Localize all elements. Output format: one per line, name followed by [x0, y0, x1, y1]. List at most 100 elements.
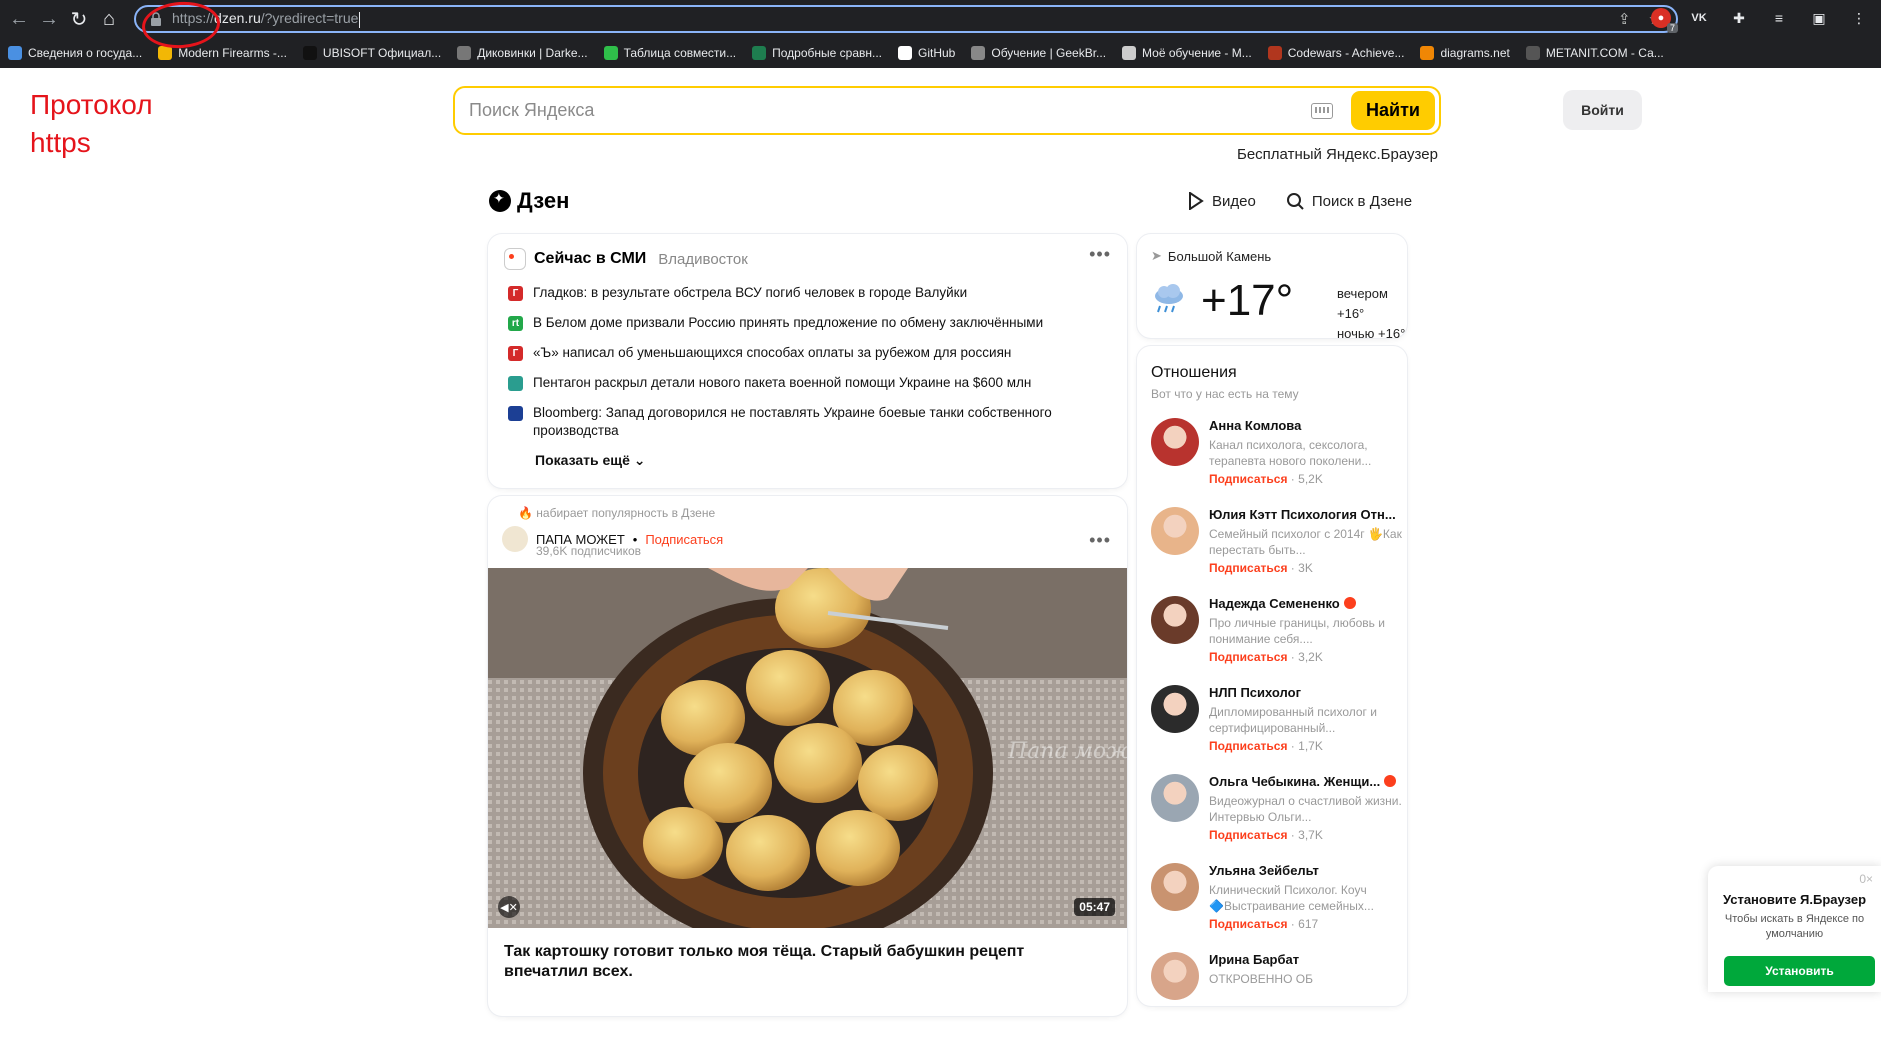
channel-item[interactable]: Ольга Чебыкина. Женщи... Видеожурнал о сч… — [1151, 774, 1402, 863]
news-item[interactable]: Bloomberg: Запад договорился не поставля… — [508, 404, 1108, 440]
bookmark-item[interactable]: METANIT.COM - Са... — [1525, 46, 1664, 60]
avatar[interactable] — [1151, 774, 1199, 822]
avatar[interactable] — [1151, 952, 1199, 1000]
bookmark-favicon-icon — [8, 46, 22, 60]
avatar[interactable] — [1151, 685, 1199, 733]
extensions-puzzle-icon[interactable]: ✚ — [1727, 6, 1751, 30]
channel-name[interactable]: Ирина Барбат — [1209, 952, 1405, 967]
side-panel-icon[interactable]: ▣ — [1807, 6, 1831, 30]
reload-icon[interactable]: ↻ — [64, 4, 94, 34]
bookmark-item[interactable]: Сведения о госуда... — [8, 46, 142, 60]
trending-label: 🔥 набирает популярность в Дзене — [518, 506, 716, 520]
avatar[interactable] — [1151, 863, 1199, 911]
channel-name[interactable]: НЛП Психолог — [1209, 685, 1405, 700]
subscriber-count: 617 — [1298, 917, 1319, 931]
bookmark-item[interactable]: Таблица совмести... — [603, 46, 736, 60]
news-item[interactable]: Г Гладков: в результате обстрела ВСУ поги… — [508, 284, 1108, 302]
channel-name[interactable]: Анна Комлова — [1209, 418, 1405, 433]
avatar[interactable] — [1151, 507, 1199, 555]
follow-button[interactable]: Подписаться — [1209, 739, 1287, 753]
bookmark-favicon-icon — [457, 46, 472, 60]
video-duration: 05:47 — [1074, 898, 1115, 916]
reading-list-icon[interactable]: ≡ — [1767, 6, 1791, 30]
extension-vk-icon[interactable]: VK — [1687, 6, 1711, 30]
play-icon — [1189, 192, 1204, 210]
bookmark-item[interactable]: Моё обучение - M... — [1122, 46, 1252, 60]
post-more-options-icon[interactable]: ••• — [1089, 530, 1111, 551]
channel-name[interactable]: Юлия Кэтт Психология Отн... — [1209, 507, 1405, 522]
search-button[interactable]: Найти — [1351, 91, 1435, 130]
search-input[interactable] — [455, 100, 1311, 121]
news-item[interactable]: Пентагон раскрыл детали нового пакета во… — [508, 374, 1108, 392]
mute-icon[interactable]: ◀✕ — [498, 896, 520, 918]
bookmark-item[interactable]: diagrams.net — [1420, 46, 1510, 60]
share-icon[interactable]: ⇪ — [1618, 10, 1631, 28]
news-source-icon: Г — [508, 346, 523, 361]
annotation-label: Протокол https — [30, 89, 153, 158]
bookmark-favicon-icon — [971, 46, 986, 60]
channel-item[interactable]: Анна Комлова Канал психолога, сексолога, … — [1151, 418, 1401, 507]
news-item[interactable]: rt В Белом доме призвали Россию принять п… — [508, 314, 1108, 332]
channel-item[interactable]: Надежда Семененко Про личные границы, люб… — [1151, 596, 1401, 685]
more-options-icon[interactable]: ••• — [1089, 244, 1111, 265]
menu-kebab-icon[interactable]: ⋮ — [1847, 6, 1871, 30]
show-more-button[interactable]: Показать ещё ⌄ — [535, 452, 646, 469]
keyboard-icon[interactable] — [1311, 102, 1333, 119]
dzen-logo[interactable]: Дзен — [489, 188, 569, 214]
follow-button[interactable]: Подписаться — [1209, 472, 1287, 486]
home-icon[interactable]: ⌂ — [94, 4, 124, 34]
follow-button[interactable]: Подписаться — [1209, 828, 1287, 842]
post-card: 🔥 набирает популярность в Дзене ПАПА МОЖ… — [488, 496, 1127, 1016]
news-title[interactable]: Сейчас в СМИ — [534, 250, 646, 268]
popup-close-icon[interactable]: 0× — [1859, 872, 1873, 886]
news-item[interactable]: Г «Ъ» написал об уменьшающихся способах о… — [508, 344, 1108, 362]
news-list: Г Гладков: в результате обстрела ВСУ поги… — [508, 284, 1108, 452]
bookmark-item[interactable]: GitHub — [898, 46, 955, 60]
channel-name[interactable]: Надежда Семененко — [1209, 596, 1405, 611]
avatar[interactable] — [1151, 418, 1199, 466]
avatar[interactable] — [1151, 596, 1199, 644]
video-link[interactable]: Видео — [1188, 192, 1256, 210]
follow-button[interactable]: Подписаться — [1209, 917, 1287, 931]
channel-item[interactable]: Ирина Барбат ОТКРОВЕННО ОБ — [1151, 952, 1401, 1041]
channel-item[interactable]: НЛП Психолог Дипломированный психолог и с… — [1151, 685, 1401, 774]
bookmark-item[interactable]: UBISOFT Официал... — [302, 46, 441, 60]
news-source-icon — [508, 376, 523, 391]
popup-title: Установите Я.Браузер — [1722, 892, 1867, 907]
follow-button[interactable]: Подписаться — [1209, 650, 1287, 664]
channel-description: Семейный психолог с 2014г 🖐Как перестать… — [1209, 527, 1402, 557]
bookmark-item[interactable]: Обучение | GeekBr... — [971, 46, 1106, 60]
bookmark-favicon-icon — [898, 46, 912, 60]
channel-description: Канал психолога, сексолога, терапевта но… — [1209, 438, 1372, 468]
channel-name[interactable]: Ольга Чебыкина. Женщи... — [1209, 774, 1405, 789]
news-city[interactable]: Владивосток — [658, 251, 747, 268]
bookmark-favicon-icon — [1525, 46, 1540, 60]
relations-card: Отношения Вот что у нас есть на тему Анн… — [1137, 346, 1407, 1006]
post-video[interactable]: Папа может ◀✕ 05:47 — [488, 568, 1127, 928]
channel-name[interactable]: Ульяна Зейбельт — [1209, 863, 1405, 878]
relations-title: Отношения — [1151, 364, 1237, 381]
news-card: Сейчас в СМИ Владивосток ••• Г Гладков: в… — [488, 234, 1127, 488]
address-bar[interactable]: https://dzen.ru/?yredirect=true ⇪ ☆ — [134, 5, 1678, 33]
login-button[interactable]: Войти — [1563, 90, 1642, 130]
channel-item[interactable]: Ульяна Зейбельт Клинический Психолог. Коу… — [1151, 863, 1401, 952]
channel-avatar[interactable] — [502, 526, 528, 552]
search-box: Найти — [453, 86, 1441, 135]
channel-item[interactable]: Юлия Кэтт Психология Отн... Семейный псих… — [1151, 507, 1402, 596]
video-thumbnail: Папа может — [488, 568, 1127, 928]
bookmark-item[interactable]: Codewars - Achieve... — [1267, 46, 1404, 60]
bookmark-item[interactable]: Подробные сравн... — [752, 46, 882, 60]
post-title[interactable]: Так картошку готовит только моя тёща. Ст… — [504, 942, 1104, 982]
bookmark-favicon-icon — [1420, 46, 1435, 60]
follow-button[interactable]: Подписаться — [1209, 561, 1287, 575]
bookmark-item[interactable]: Диковинки | Darke... — [457, 46, 588, 60]
weather-card[interactable]: ➤ Большой Камень +17° вечером +16° ночью… — [1137, 234, 1407, 341]
follow-channel-button[interactable]: Подписаться — [645, 532, 723, 547]
browser-promo-link[interactable]: Бесплатный Яндекс.Браузер — [1237, 146, 1438, 163]
back-icon[interactable]: ← — [4, 4, 34, 34]
forward-icon[interactable]: → — [34, 4, 64, 34]
install-button[interactable]: Установить — [1724, 956, 1875, 986]
dzen-search-link[interactable]: Поиск в Дзене — [1286, 192, 1412, 210]
bookmark-favicon-icon — [158, 46, 173, 60]
extension-adblock-icon[interactable]: ● 7 — [1651, 8, 1678, 33]
